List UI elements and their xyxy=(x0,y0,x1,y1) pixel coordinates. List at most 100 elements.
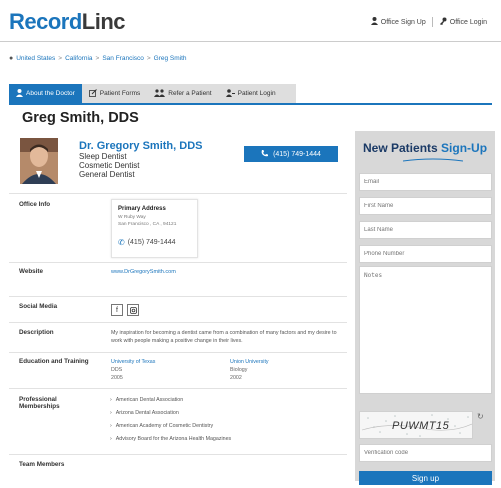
tab-bar: About the Doctor Patient Forms Refer a P… xyxy=(9,84,296,103)
tab-label: Patient Forms xyxy=(99,90,141,97)
facebook-icon[interactable]: f xyxy=(111,304,123,316)
breadcrumb-separator: > xyxy=(58,55,63,62)
membership-text: American Dental Association xyxy=(115,397,184,403)
instagram-icon[interactable] xyxy=(127,304,139,316)
address-line: W Ruby Way xyxy=(118,215,146,220)
memberships-label-line: Professional xyxy=(19,396,57,403)
office-signup-link[interactable]: Office Sign Up xyxy=(370,17,426,27)
specialty: Cosmetic Dentist xyxy=(79,161,140,170)
row-divider xyxy=(9,262,347,263)
row-divider xyxy=(9,388,347,389)
specialty: General Dentist xyxy=(79,170,135,179)
user-key-icon xyxy=(225,88,235,99)
breadcrumb-item-state[interactable]: California xyxy=(65,55,92,62)
office-signup-label: Office Sign Up xyxy=(380,18,426,26)
education-year: 2005 xyxy=(111,375,123,381)
chevron-right-icon: › xyxy=(110,397,112,403)
address-card-title: Primary Address xyxy=(118,206,166,212)
call-button[interactable]: (415) 749-1444 xyxy=(244,146,338,162)
office-info-label: Office Info xyxy=(19,201,51,208)
membership-text: American Academy of Cosmetic Dentistry xyxy=(115,423,214,429)
breadcrumb-separator: > xyxy=(146,55,151,62)
breadcrumb: ● United States > California > San Franc… xyxy=(9,55,187,62)
row-divider xyxy=(9,322,347,323)
education-entry: University of Texas DDS 2005 xyxy=(111,358,155,382)
chevron-right-icon: › xyxy=(110,423,112,429)
team-members-label: Team Members xyxy=(19,461,65,468)
users-icon xyxy=(154,88,166,99)
specialty: Sleep Dentist xyxy=(79,152,127,161)
memberships-label-line: Memberships xyxy=(19,403,60,410)
email-field[interactable] xyxy=(359,173,492,191)
logo-linc: Linc xyxy=(81,9,126,34)
membership-item: › Arizona Dental Association xyxy=(110,410,179,416)
top-links: Office Sign Up Office Login xyxy=(370,17,487,27)
row-divider xyxy=(9,352,347,353)
phone-icon: ✆ xyxy=(118,238,125,247)
education-school[interactable]: University of Texas xyxy=(111,358,155,366)
verification-code-field[interactable] xyxy=(359,444,492,462)
breadcrumb-item-city[interactable]: San Francisco xyxy=(102,55,144,62)
tab-about-the-doctor[interactable]: About the Doctor xyxy=(9,84,82,103)
social-media-label: Social Media xyxy=(19,303,58,310)
tab-patient-forms[interactable]: Patient Forms xyxy=(82,84,147,103)
chevron-right-icon: › xyxy=(110,436,112,442)
description-text: My inspiration for becoming a dentist ca… xyxy=(111,330,337,344)
education-degree: Biology xyxy=(230,367,248,373)
membership-text: Arizona Dental Association xyxy=(115,410,179,416)
edit-icon xyxy=(88,88,97,99)
tab-refer-a-patient[interactable]: Refer a Patient xyxy=(147,84,218,103)
tab-label: About the Doctor xyxy=(26,90,75,97)
tab-underline xyxy=(9,103,492,105)
social-links: f xyxy=(111,304,139,316)
education-school[interactable]: Union University xyxy=(230,358,269,366)
page-title: Greg Smith, DDS xyxy=(22,110,139,126)
address-phone-number: (415) 749-1444 xyxy=(127,239,176,246)
notes-field[interactable] xyxy=(359,266,492,394)
signup-title-accent: Sign-Up xyxy=(441,141,488,155)
education-label: Education and Training xyxy=(19,358,89,365)
doctor-photo xyxy=(20,138,58,184)
captcha-image: PUWMT15 xyxy=(359,411,473,439)
signup-title-part: New Patients xyxy=(363,141,442,155)
chevron-right-icon: › xyxy=(110,410,112,416)
key-icon xyxy=(439,17,447,27)
swoosh-decoration xyxy=(403,158,463,162)
phone-field[interactable] xyxy=(359,245,492,263)
user-icon xyxy=(16,88,23,99)
signup-title: New Patients Sign-Up xyxy=(363,141,487,155)
tab-label: Patient Login xyxy=(237,90,276,97)
logo[interactable]: RecordLinc xyxy=(9,9,126,35)
website-link[interactable]: www.DrGregorySmith.com xyxy=(111,269,176,275)
doctor-name: Dr. Gregory Smith, DDS xyxy=(79,140,203,152)
address-line: San Francisco , CA , 94121 xyxy=(118,222,177,227)
tab-patient-login[interactable]: Patient Login xyxy=(219,84,283,103)
address-card: Primary Address W Ruby Way San Francisco… xyxy=(111,199,198,258)
divider xyxy=(431,17,433,27)
signup-button[interactable]: Sign up xyxy=(359,471,492,485)
memberships-label: Professional Memberships xyxy=(19,396,60,410)
last-name-field[interactable] xyxy=(359,221,492,239)
membership-item: › American Dental Association xyxy=(110,397,183,403)
office-login-link[interactable]: Office Login xyxy=(439,17,487,27)
membership-item: › American Academy of Cosmetic Dentistry xyxy=(110,423,213,429)
refresh-icon[interactable]: ↻ xyxy=(477,412,484,421)
logo-record: Record xyxy=(9,9,82,34)
membership-text: Advisory Board for the Arizona Health Ma… xyxy=(115,436,232,442)
tab-label: Refer a Patient xyxy=(168,90,212,97)
membership-item: › Advisory Board for the Arizona Health M… xyxy=(110,436,231,442)
breadcrumb-item-country[interactable]: United States xyxy=(16,55,55,62)
map-pin-icon: ● xyxy=(9,55,14,62)
address-phone[interactable]: ✆ (415) 749-1444 xyxy=(118,238,176,247)
education-degree: DDS xyxy=(111,367,123,373)
header-divider xyxy=(0,41,501,42)
row-divider xyxy=(9,296,347,297)
captcha-text: PUWMT15 xyxy=(392,420,450,432)
breadcrumb-item-current[interactable]: Greg Smith xyxy=(154,55,187,62)
website-label: Website xyxy=(19,268,44,275)
row-divider xyxy=(9,454,347,455)
education-entry: Union University Biology 2002 xyxy=(230,358,269,382)
call-button-label: (415) 749-1444 xyxy=(273,150,321,158)
first-name-field[interactable] xyxy=(359,197,492,215)
breadcrumb-separator: > xyxy=(95,55,100,62)
